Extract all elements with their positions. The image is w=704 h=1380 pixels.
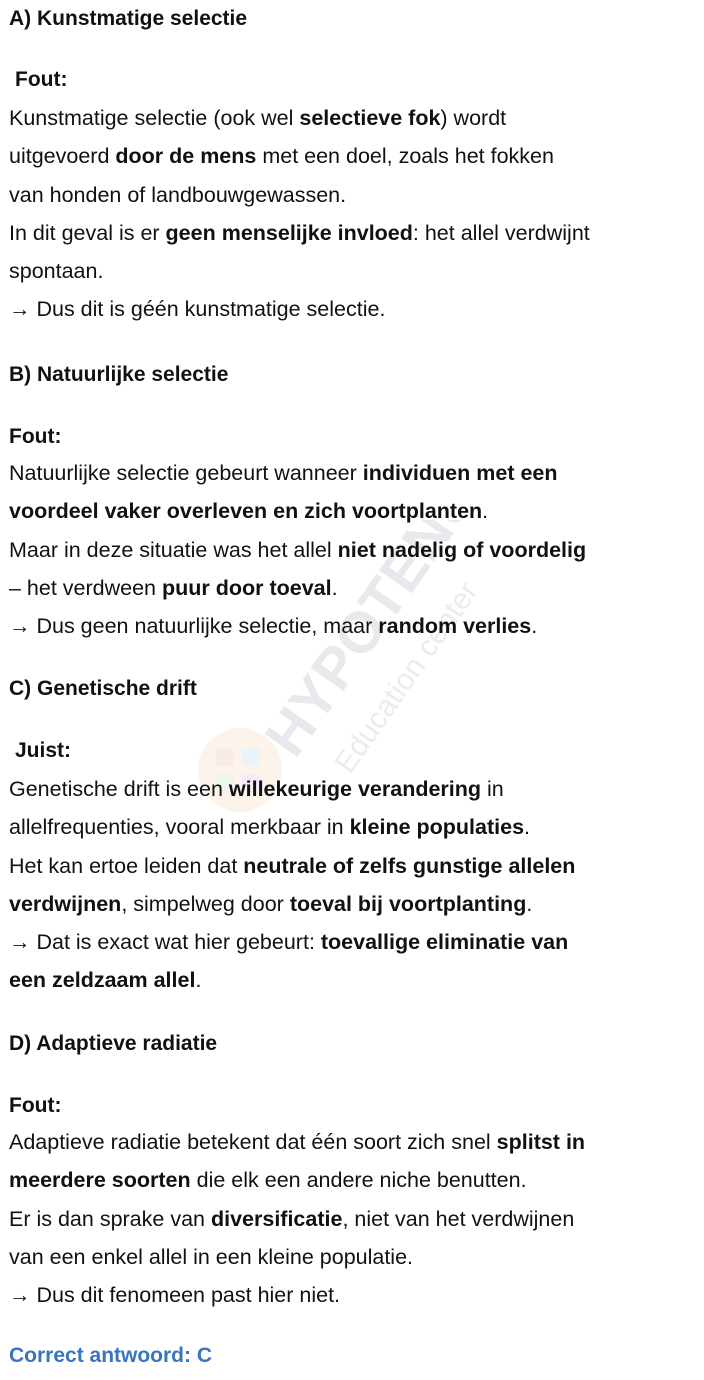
body-line: van een enkel allel in een kleine popula…: [9, 1238, 585, 1276]
body-line: → Dus dit fenomeen past hier niet.: [9, 1276, 585, 1314]
body-line: – het verdween puur door toeval.: [9, 569, 586, 607]
bold-text: selectieve fok: [299, 106, 441, 130]
bold-text: niet nadelig of voordelig: [337, 537, 587, 562]
text-run: in: [481, 777, 504, 801]
section-c-verdict: Juist:: [15, 739, 72, 762]
body-line: Het kan ertoe leiden dat neutrale of zel…: [9, 847, 575, 885]
text-run: Natuurlijke selectie gebeurt wanneer: [9, 461, 363, 485]
body-line: → Dus geen natuurlijke selectie, maar ra…: [9, 607, 586, 645]
text-run: Er is dan sprake van: [9, 1206, 211, 1231]
correct-answer: Correct antwoord: C: [9, 1344, 213, 1367]
body-line: Maar in deze situatie was het allel niet…: [9, 531, 586, 569]
body-line: Genetische drift is een willekeurige ver…: [9, 770, 575, 808]
bold-text: random verlies: [378, 614, 532, 639]
text-run: .: [195, 968, 202, 993]
section-d-verdict: Fout:: [9, 1094, 62, 1117]
text-run: .: [524, 815, 531, 840]
bold-text: voordeel vaker overleven en zich voortpl…: [9, 499, 483, 524]
body-line: spontaan.: [9, 252, 590, 290]
section-a-verdict: Fout:: [15, 68, 68, 91]
bold-text: toevallige eliminatie van: [320, 930, 569, 955]
bold-text: toeval bij voortplanting: [289, 891, 527, 916]
bold-text: diversificatie: [210, 1206, 343, 1231]
text-run: .: [531, 614, 538, 639]
text-run: van honden of landbouwgewassen.: [9, 182, 347, 207]
section-a-title: A) Kunstmatige selectie: [9, 7, 248, 30]
text-run: .: [526, 891, 533, 916]
text-run: Kunstmatige selectie (ook wel: [9, 106, 300, 130]
bold-text: geen menselijke invloed: [165, 220, 413, 245]
bold-text: verdwijnen: [9, 891, 122, 916]
section-c-title: C) Genetische drift: [9, 677, 197, 700]
body-line: uitgevoerd door de mens met een doel, zo…: [9, 137, 590, 175]
text-run: spontaan.: [9, 259, 104, 284]
text-run: → Dus dit is géén kunstmatige selectie.: [9, 297, 386, 322]
body-line: → Dat is exact wat hier gebeurt: toevall…: [9, 923, 575, 961]
bold-text: splitst in: [496, 1130, 586, 1154]
body-line: Er is dan sprake van diversificatie, nie…: [9, 1200, 585, 1238]
text-run: Maar in deze situatie was het allel: [9, 537, 338, 562]
text-run: , simpelweg door: [121, 891, 290, 916]
text-run: , niet van het verdwijnen: [342, 1206, 575, 1231]
section-b-verdict: Fout:: [9, 425, 62, 448]
section-c-body: Genetische drift is een willekeurige ver…: [9, 770, 575, 1000]
body-line: Adaptieve radiatie betekent dat één soor…: [9, 1123, 585, 1161]
bold-text: puur door toeval: [162, 575, 332, 600]
text-run: allelfrequenties, vooral merkbaar in: [9, 815, 350, 840]
body-line: → Dus dit is géén kunstmatige selectie.: [9, 290, 590, 328]
body-line: voordeel vaker overleven en zich voortpl…: [9, 492, 586, 530]
body-line: verdwijnen, simpelweg door toeval bij vo…: [9, 885, 575, 923]
text-run: Genetische drift is een: [9, 777, 229, 801]
text-run: uitgevoerd: [9, 144, 116, 169]
body-line: In dit geval is er geen menselijke invlo…: [9, 214, 590, 252]
text-run: .: [482, 499, 489, 524]
text-run: .: [331, 575, 338, 600]
text-run: die elk een andere niche benutten.: [190, 1168, 527, 1193]
bold-text: kleine populaties: [349, 815, 525, 840]
body-line: een zeldzaam allel.: [9, 961, 575, 999]
section-d-title: D) Adaptieve radiatie: [9, 1032, 218, 1055]
text-run: – het verdween: [9, 575, 162, 600]
body-line: meerdere soorten die elk een andere nich…: [9, 1161, 585, 1199]
text-run: → Dat is exact wat hier gebeurt:: [9, 930, 321, 955]
text-run: met een doel, zoals het fokken: [256, 144, 554, 169]
section-b-title: B) Natuurlijke selectie: [9, 363, 229, 386]
section-b-body: Natuurlijke selectie gebeurt wanneer ind…: [9, 454, 586, 645]
bold-text: individuen met een: [362, 461, 558, 485]
text-run: In dit geval is er: [9, 220, 166, 245]
section-a-body: Kunstmatige selectie (ook wel selectieve…: [9, 99, 590, 329]
text-run: Het kan ertoe leiden dat: [9, 853, 244, 878]
text-run: → Dus geen natuurlijke selectie, maar: [9, 614, 379, 639]
body-line: Natuurlijke selectie gebeurt wanneer ind…: [9, 454, 586, 492]
bold-text: door de mens: [115, 144, 257, 169]
section-d-body: Adaptieve radiatie betekent dat één soor…: [9, 1123, 585, 1314]
text-run: : het allel verdwijnt: [412, 220, 590, 245]
bold-text: meerdere soorten: [9, 1168, 191, 1193]
bold-text: een zeldzaam allel: [9, 968, 196, 993]
text-run: → Dus dit fenomeen past hier niet.: [9, 1283, 341, 1308]
body-line: Kunstmatige selectie (ook wel selectieve…: [9, 99, 590, 137]
body-line: allelfrequenties, vooral merkbaar in kle…: [9, 808, 575, 846]
bold-text: willekeurige verandering: [228, 777, 482, 801]
bold-text: neutrale of zelfs gunstige allelen: [243, 853, 576, 878]
body-line: van honden of landbouwgewassen.: [9, 176, 590, 214]
text-run: van een enkel allel in een kleine popula…: [9, 1244, 414, 1269]
text-run: Adaptieve radiatie betekent dat één soor…: [9, 1130, 497, 1154]
text-run: ) wordt: [440, 106, 507, 130]
